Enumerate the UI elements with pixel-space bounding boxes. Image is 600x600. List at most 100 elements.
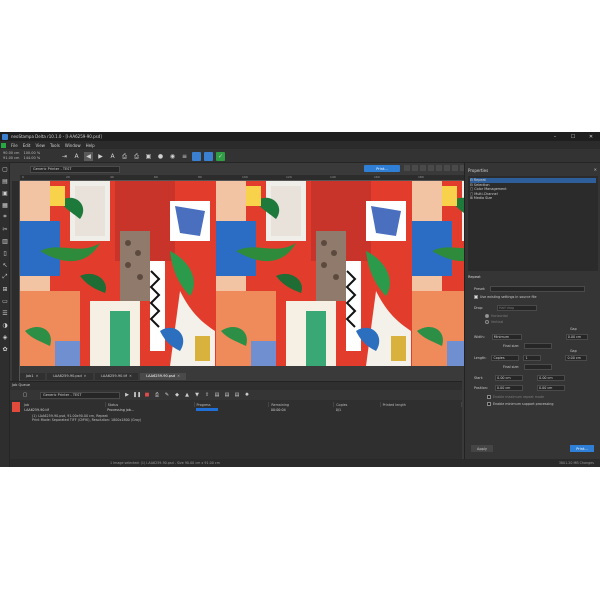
close-icon[interactable]: ✕	[84, 374, 87, 378]
move-down-icon[interactable]: ▼	[194, 392, 200, 398]
menu-help[interactable]: Help	[86, 143, 95, 148]
text-icon[interactable]: A	[72, 152, 81, 161]
menu-file[interactable]: File	[11, 143, 18, 148]
close-button[interactable]: ✕	[582, 132, 600, 141]
ruler-icon[interactable]	[444, 165, 450, 171]
move-top-icon[interactable]: ⇧	[204, 392, 210, 398]
length-count-field[interactable]: 1	[523, 355, 542, 361]
minimize-button[interactable]: –	[546, 132, 564, 141]
pointer-icon[interactable]: ↖	[0, 259, 10, 271]
tab-psd-active[interactable]: I-AA6259-90.psd ✕	[139, 372, 187, 380]
print-icon[interactable]: ⎙	[120, 152, 129, 161]
table-row[interactable]: I-AA6259-90.tif Processing job... 00:00:…	[22, 407, 462, 412]
fit-icon[interactable]	[428, 165, 434, 171]
preset-select[interactable]	[490, 286, 586, 292]
transform-icon[interactable]: ⤢	[0, 271, 10, 283]
paste-icon[interactable]: ▥	[0, 235, 10, 247]
guides-icon[interactable]	[452, 165, 458, 171]
text-tool-icon[interactable]: A	[108, 152, 117, 161]
start-x-field[interactable]: 0.00 cm	[495, 375, 524, 381]
select-arrow-icon[interactable]: ◀	[84, 152, 93, 161]
close-icon[interactable]: ✕	[594, 167, 597, 172]
cut-icon[interactable]: ✂	[0, 223, 10, 235]
move-up-icon[interactable]: ▲	[184, 392, 190, 398]
zoom-in-icon[interactable]	[404, 165, 410, 171]
close-icon[interactable]: ✕	[177, 374, 180, 378]
tab-tif[interactable]: I-AA6259-90.tif ✕	[94, 372, 138, 380]
queue-printer-select[interactable]: Generic Printer - TEST	[40, 391, 120, 399]
layers-icon[interactable]: ≡	[180, 152, 189, 161]
position-y-field[interactable]: 0.00 cm	[536, 385, 565, 391]
blue-square-icon[interactable]	[192, 152, 201, 161]
print-setup-icon[interactable]: ⎙	[132, 152, 141, 161]
pause-icon[interactable]: ❚❚	[133, 392, 141, 398]
position-x-field[interactable]: 0.00 cm	[494, 385, 523, 391]
document-icon[interactable]: ▤	[214, 392, 220, 398]
menu-view[interactable]: View	[35, 143, 45, 148]
length-select[interactable]: Copies	[491, 355, 520, 361]
gear-icon[interactable]: ✹	[244, 392, 250, 398]
grid-toggle-icon[interactable]	[436, 165, 442, 171]
printer-select[interactable]: Generic Printer - TEST	[30, 165, 120, 173]
menu-edit[interactable]: Edit	[23, 143, 31, 148]
document-2-icon[interactable]: ▤	[224, 392, 230, 398]
drop-select[interactable]: Half drop	[497, 305, 538, 311]
drop-icon[interactable]: ●	[156, 152, 165, 161]
queue-page-icon[interactable]: ▢	[22, 392, 28, 398]
settings-icon[interactable]: ✎	[164, 392, 170, 398]
width-select[interactable]: Minimum	[491, 334, 522, 340]
close-icon[interactable]: ✕	[36, 374, 39, 378]
grid-icon[interactable]: ⊞	[0, 283, 10, 295]
enable-max-checkbox[interactable]	[487, 395, 491, 399]
design-canvas[interactable]	[20, 181, 464, 366]
start-y-field[interactable]: 0.00 cm	[537, 375, 566, 381]
length-label: Length:	[474, 356, 487, 360]
final-size-field-2[interactable]	[524, 364, 553, 370]
doc-icon[interactable]: ▭	[0, 295, 10, 307]
tag-icon[interactable]: ◆	[174, 392, 180, 398]
play-icon[interactable]: ▶	[124, 392, 130, 398]
list-icon[interactable]: ☰	[0, 307, 10, 319]
stamp-icon[interactable]: ◉	[168, 152, 177, 161]
color-icon[interactable]: ◈	[0, 331, 10, 343]
image-icon[interactable]: ▦	[0, 199, 10, 211]
apply-button[interactable]: Apply	[471, 445, 493, 452]
properties-panel: Properties ✕ ⊟ Repeat ⊟ Selection ▢ Colo…	[464, 163, 600, 459]
blue-square-2-icon[interactable]	[204, 152, 213, 161]
gap-width-field[interactable]: 0.00 cm	[565, 334, 588, 340]
use-existing-checkbox[interactable]	[474, 295, 478, 299]
save-icon[interactable]: ▣	[0, 187, 10, 199]
new-doc-icon[interactable]: ▢	[0, 163, 10, 175]
triangle-icon[interactable]: ▶	[96, 152, 105, 161]
maximize-button[interactable]: ☐	[564, 132, 582, 141]
page-icon[interactable]: ▯	[0, 247, 10, 259]
align-icon[interactable]: ⇥	[60, 152, 69, 161]
width-label: Width:	[474, 335, 485, 339]
crop-icon[interactable]: ⌗	[0, 211, 10, 223]
position-row: Position: 0.00 cm 0.00 cm	[474, 385, 565, 391]
open-icon[interactable]: ▤	[0, 175, 10, 187]
horizontal-radio[interactable]	[485, 314, 489, 318]
hand-icon[interactable]	[420, 165, 426, 171]
vertical-radio[interactable]	[485, 320, 489, 324]
palette-icon[interactable]: ✿	[0, 343, 10, 355]
gap-length-field[interactable]: 0.00 cm	[565, 355, 588, 361]
document-3-icon[interactable]: ▤	[234, 392, 240, 398]
print-button[interactable]: Print...	[364, 165, 400, 172]
contrast-icon[interactable]: ◑	[0, 319, 10, 331]
image-icon[interactable]: ▣	[144, 152, 153, 161]
menu-tools[interactable]: Tools	[50, 143, 60, 148]
green-check-icon[interactable]: ✓	[216, 152, 225, 161]
final-size-field[interactable]	[524, 343, 553, 349]
close-icon[interactable]: ✕	[129, 374, 132, 378]
stop-icon[interactable]: ■	[144, 392, 150, 398]
tab-psd-1[interactable]: I-AA6259-90.psd ✕	[46, 372, 93, 380]
print-panel-button[interactable]: Print...	[570, 445, 594, 452]
tab-job1[interactable]: Job1 ✕	[20, 372, 45, 380]
menu-window[interactable]: Window	[65, 143, 81, 148]
zoom-out-icon[interactable]	[412, 165, 418, 171]
gap-label-row-2: Gap	[570, 349, 577, 353]
tree-item-media-size[interactable]: ⊞ Media Size	[470, 196, 596, 201]
enable-min-checkbox[interactable]	[487, 402, 491, 406]
print-queue-icon[interactable]: ⎙	[154, 392, 160, 398]
